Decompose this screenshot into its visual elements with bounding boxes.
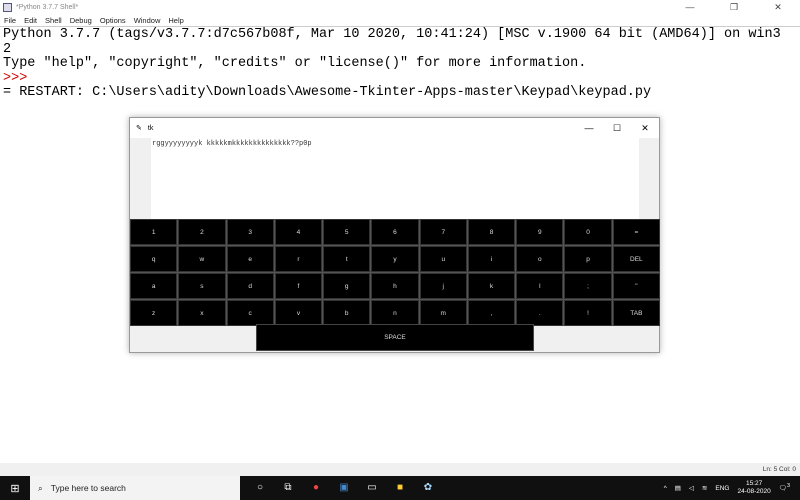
key-button[interactable]: 2 — [178, 219, 226, 245]
shell-line: Python 3.7.7 (tags/v3.7.7:d7c567b08f, Ma… — [3, 27, 781, 42]
key-button[interactable]: t — [323, 246, 371, 272]
key-button[interactable]: r — [274, 246, 323, 272]
key-button[interactable]: a — [130, 273, 178, 299]
key-button[interactable]: w — [178, 246, 226, 272]
taskbar: ⊞ ⌕ Type here to search ○ ⧉ ● ▣ ▭ ■ ✿ ^ ▤… — [0, 476, 800, 500]
task-view-icon[interactable]: ⧉ — [280, 480, 296, 496]
network-icon[interactable]: ▤ — [675, 484, 681, 492]
key-button[interactable]: " — [612, 273, 660, 299]
key-button[interactable]: h — [371, 273, 419, 299]
python-icon — [3, 2, 12, 12]
menu-file[interactable]: File — [4, 16, 16, 25]
taskbar-search[interactable]: ⌕ Type here to search — [30, 476, 240, 500]
maximize-button[interactable]: ❐ — [712, 0, 756, 14]
text-area[interactable]: rggyyyyyyyyk kkkkkmkkkkkkkkkkkkkk??p0p — [151, 138, 639, 220]
shell-prompt: >>> — [3, 70, 28, 86]
key-button[interactable]: b — [323, 300, 371, 326]
keypad-window: ✎ tk — ☐ ✕ rggyyyyyyyyk kkkkkmkkkkkkkkkkkk… — [129, 117, 660, 353]
key-button[interactable]: 8 — [467, 219, 516, 245]
key-button[interactable]: . — [516, 300, 564, 326]
key-button[interactable]: n — [371, 300, 419, 326]
key-button[interactable]: , — [467, 300, 516, 326]
key-button[interactable]: f — [274, 273, 323, 299]
menu-window[interactable]: Window — [134, 16, 161, 25]
close-button[interactable]: ✕ — [756, 0, 800, 14]
notification-icon[interactable]: 🗨3 — [779, 483, 790, 492]
key-button[interactable]: 0 — [564, 219, 612, 245]
key-button[interactable]: 5 — [323, 219, 371, 245]
status-bar: Ln: 5 Col: 0 — [0, 463, 800, 476]
wifi-icon[interactable]: ≋ — [702, 484, 707, 492]
tk-title-bar: ✎ tk — ☐ ✕ — [130, 118, 659, 138]
chrome-icon[interactable]: ● — [308, 480, 324, 496]
notification-count: 3 — [786, 483, 790, 490]
menu-debug[interactable]: Debug — [70, 16, 92, 25]
key-button[interactable]: g — [323, 273, 371, 299]
key-button[interactable]: 4 — [274, 219, 323, 245]
paint-icon[interactable]: ✿ — [420, 480, 436, 496]
clock[interactable]: 15:27 24-08-2020 — [737, 480, 770, 496]
key-button[interactable]: o — [516, 246, 564, 272]
key-button[interactable]: 9 — [516, 219, 564, 245]
key-button[interactable]: DEL — [612, 246, 660, 272]
terminal-icon[interactable]: ▭ — [364, 480, 380, 496]
window-title: *Python 3.7.7 Shell* — [16, 3, 79, 11]
key-button[interactable]: 6 — [371, 219, 419, 245]
shell-line: 2 — [3, 41, 12, 57]
menu-bar: File Edit Shell Debug Options Window Hel… — [0, 14, 800, 26]
search-placeholder: Type here to search — [50, 483, 126, 493]
date: 24-08-2020 — [737, 488, 771, 495]
key-button[interactable]: s — [178, 273, 226, 299]
restart-line: = RESTART: C:\Users\adity\Downloads\Awes… — [3, 85, 652, 101]
key-button[interactable]: d — [226, 273, 274, 299]
volume-icon[interactable]: ◁ — [689, 484, 694, 492]
python-idle-icon[interactable]: ▣ — [336, 480, 352, 496]
minimize-button[interactable]: — — [668, 0, 712, 14]
key-button[interactable]: c — [226, 300, 274, 326]
cortana-icon[interactable]: ○ — [252, 480, 268, 496]
keypad-grid: 1 2 3 4 5 6 7 8 9 0 = q w e r t y u i o p DEL a s d f g h j k l; " z x c v b… — [130, 219, 660, 326]
idle-title-bar: *Python 3.7.7 Shell* — ❐ ✕ — [0, 0, 800, 14]
search-icon: ⌕ — [38, 482, 43, 493]
menu-help[interactable]: Help — [168, 16, 183, 25]
file-explorer-icon[interactable]: ■ — [392, 480, 408, 496]
key-button[interactable]: ; — [564, 273, 612, 299]
key-button[interactable]: q — [130, 246, 178, 272]
key-button[interactable]: 7 — [419, 219, 467, 245]
key-button[interactable]: u — [419, 246, 467, 272]
key-button[interactable]: 1 — [130, 219, 178, 245]
chevron-up-icon[interactable]: ^ — [664, 485, 667, 492]
windows-start-icon[interactable]: ⊞ — [0, 482, 30, 495]
key-button[interactable]: v — [274, 300, 323, 326]
key-button[interactable]: i — [467, 246, 516, 272]
key-button[interactable]: k — [467, 273, 516, 299]
menu-options[interactable]: Options — [100, 16, 126, 25]
tk-close-button[interactable]: ✕ — [631, 123, 659, 134]
key-button[interactable]: e — [226, 246, 274, 272]
key-button[interactable]: y — [371, 246, 419, 272]
shell-line: Type "help", "copyright", "credits" or "… — [3, 56, 587, 72]
key-button[interactable]: p — [564, 246, 612, 272]
key-button[interactable]: TAB — [612, 300, 660, 326]
key-button[interactable]: z — [130, 300, 178, 326]
key-button[interactable]: 3 — [226, 219, 274, 245]
key-button[interactable]: m — [419, 300, 467, 326]
key-button[interactable]: ! — [564, 300, 612, 326]
space-key[interactable]: SPACE — [256, 324, 534, 351]
menu-shell[interactable]: Shell — [45, 16, 62, 25]
key-button[interactable]: j — [419, 273, 467, 299]
key-button[interactable]: x — [178, 300, 226, 326]
tk-minimize-button[interactable]: — — [575, 123, 603, 134]
time: 15:27 — [745, 480, 763, 487]
key-button[interactable]: = — [612, 219, 660, 245]
language-indicator[interactable]: ENG — [715, 485, 729, 492]
system-tray: ^ ▤ ◁ ≋ ENG 15:27 24-08-2020 🗨3 — [664, 480, 800, 496]
menu-edit[interactable]: Edit — [24, 16, 37, 25]
tk-maximize-button[interactable]: ☐ — [603, 123, 631, 134]
key-button[interactable]: l — [516, 273, 564, 299]
feather-icon: ✎ — [136, 125, 142, 132]
tk-title: tk — [147, 124, 154, 132]
